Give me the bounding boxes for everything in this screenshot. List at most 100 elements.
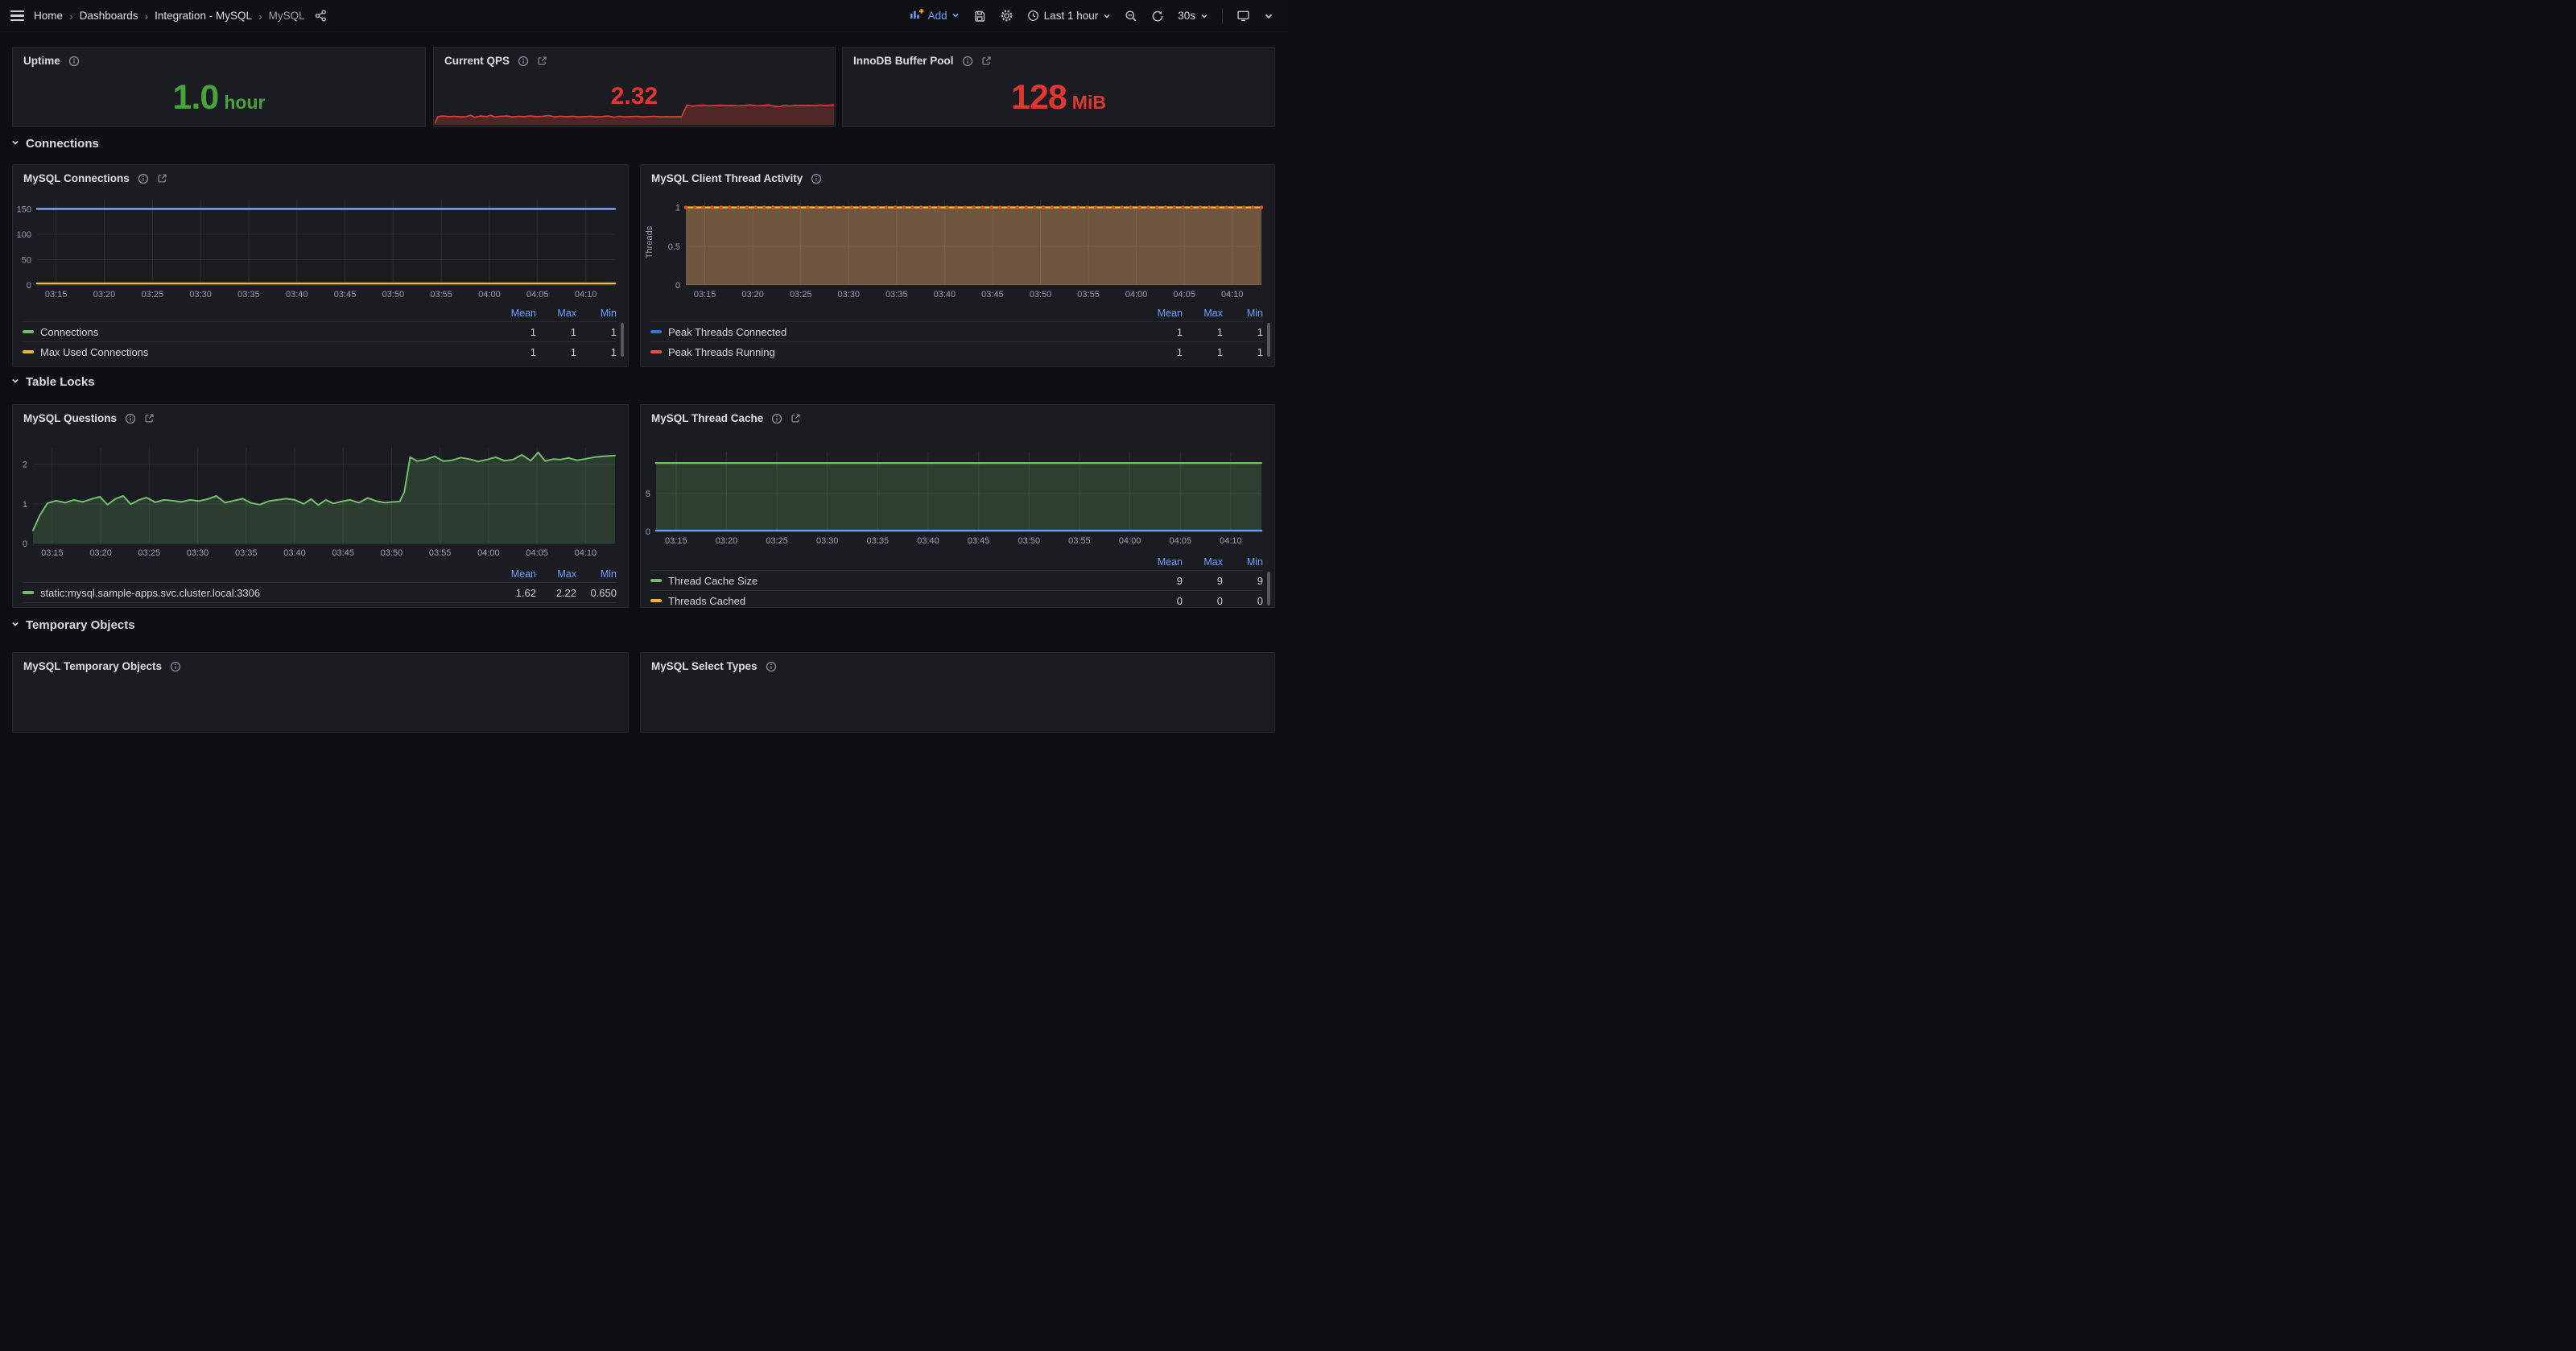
legend-stat-header[interactable]: Min — [576, 308, 617, 319]
legend-scrollbar[interactable] — [1267, 572, 1270, 605]
refresh-icon[interactable] — [1151, 10, 1164, 23]
breadcrumb-separator: › — [144, 10, 148, 23]
section-temporary-objects[interactable]: Temporary Objects — [10, 618, 135, 632]
series-stat-value: 1 — [1223, 346, 1263, 358]
breadcrumb-item[interactable]: MySQL — [269, 10, 305, 22]
legend-stat-header[interactable]: Min — [1223, 308, 1263, 319]
series-label[interactable]: static:mysql.sample-apps.svc.cluster.loc… — [40, 587, 496, 599]
mysql-client-thread-activity-panel[interactable]: MySQL Client Thread Activity 03:1503:200… — [640, 164, 1275, 367]
tv-mode-icon[interactable] — [1236, 9, 1250, 23]
chevron-down-icon[interactable] — [1264, 11, 1274, 21]
thread-cache-chart[interactable]: 03:1503:2003:2503:3003:3503:4003:4503:50… — [641, 446, 1265, 549]
panel-title[interactable]: InnoDB Buffer Pool — [853, 55, 954, 67]
current-qps-panel[interactable]: Current QPS 2.32 — [433, 47, 836, 127]
legend-stat-header[interactable]: Mean — [496, 568, 536, 580]
info-icon[interactable] — [766, 661, 777, 672]
refresh-interval-picker[interactable]: 30s — [1178, 10, 1208, 22]
uptime-panel[interactable]: Uptime 1.0hour — [12, 47, 426, 127]
menu-icon[interactable] — [10, 10, 24, 21]
breadcrumb-item[interactable]: Home — [34, 10, 63, 22]
legend: MeanMaxMinPeak Threads Connected111Peak … — [650, 305, 1263, 362]
series-label[interactable]: Peak Threads Connected — [668, 326, 1142, 338]
info-icon[interactable] — [68, 56, 80, 67]
innodb-buffer-pool-panel[interactable]: InnoDB Buffer Pool 128MiB — [842, 47, 1275, 127]
panel-title[interactable]: MySQL Temporary Objects — [23, 660, 162, 672]
legend-stat-header[interactable]: Max — [536, 308, 576, 319]
breadcrumb-item[interactable]: Dashboards — [80, 10, 138, 22]
legend-stat-header[interactable]: Max — [1183, 308, 1223, 319]
legend-row[interactable]: static:mysql.sample-apps.svc.cluster.loc… — [23, 582, 617, 603]
external-link-icon[interactable] — [157, 173, 167, 184]
series-color-swatch — [23, 330, 34, 333]
legend: MeanMaxMin static:mysql.sample-apps.svc.c… — [23, 566, 617, 603]
legend-stat-header[interactable]: Max — [536, 568, 576, 580]
legend-stat-header[interactable]: Mean — [1142, 556, 1183, 568]
svg-text:03:45: 03:45 — [968, 536, 990, 546]
legend-row[interactable]: Thread Cache Size999 — [650, 570, 1263, 590]
panel-title[interactable]: Uptime — [23, 55, 60, 67]
breadcrumb-item[interactable]: Integration - MySQL — [155, 10, 252, 22]
refresh-interval-label: 30s — [1178, 10, 1195, 22]
legend-row[interactable]: Max Used Connections111 — [23, 341, 617, 362]
series-label[interactable]: Peak Threads Running — [668, 346, 1142, 358]
section-connections[interactable]: Connections — [10, 137, 99, 151]
svg-text:100: 100 — [17, 230, 31, 240]
info-icon[interactable] — [771, 413, 782, 424]
legend-row[interactable]: Connections111 — [23, 321, 617, 341]
legend-stat-header[interactable]: Min — [576, 568, 617, 580]
mysql-thread-cache-panel[interactable]: MySQL Thread Cache 03:1503:2003:2503:300… — [640, 404, 1275, 608]
series-label[interactable]: Threads Cached — [668, 595, 1142, 607]
questions-chart[interactable]: 03:1503:2003:2503:3003:3503:4003:4503:50… — [13, 442, 618, 561]
mysql-connections-panel[interactable]: MySQL Connections 03:1503:2003:2503:3003… — [12, 164, 629, 367]
svg-text:03:35: 03:35 — [867, 536, 890, 546]
share-icon[interactable] — [315, 10, 327, 22]
dashboard-settings-icon[interactable] — [1000, 9, 1013, 23]
series-label[interactable]: Connections — [40, 326, 496, 338]
series-label[interactable]: Thread Cache Size — [668, 575, 1142, 587]
external-link-icon[interactable] — [144, 413, 155, 423]
info-icon[interactable] — [518, 56, 529, 67]
connections-chart[interactable]: 03:1503:2003:2503:3003:3503:4003:4503:50… — [13, 194, 618, 303]
legend-stat-header[interactable]: Mean — [496, 308, 536, 319]
mysql-select-types-panel[interactable]: MySQL Select Types — [640, 652, 1275, 733]
info-icon[interactable] — [962, 56, 973, 67]
legend-row[interactable]: Threads Cached000 — [650, 590, 1263, 610]
svg-text:0: 0 — [646, 527, 650, 537]
legend-scrollbar[interactable] — [621, 323, 624, 357]
svg-text:03:30: 03:30 — [816, 536, 839, 546]
legend-stat-header[interactable]: Max — [1183, 556, 1223, 568]
zoom-out-icon[interactable] — [1125, 10, 1137, 23]
mysql-questions-panel[interactable]: MySQL Questions 03:1503:2003:2503:3003:3… — [12, 404, 629, 608]
legend-scrollbar[interactable] — [1267, 323, 1270, 357]
panel-title[interactable]: MySQL Thread Cache — [651, 412, 763, 424]
legend-stat-header[interactable]: Min — [1223, 556, 1263, 568]
legend-row[interactable]: Peak Threads Connected111 — [650, 321, 1263, 341]
info-icon[interactable] — [125, 413, 136, 424]
breadcrumb-separator: › — [69, 10, 73, 23]
series-stat-value: 1 — [576, 346, 617, 358]
add-button[interactable]: Add — [910, 8, 960, 23]
svg-text:03:20: 03:20 — [716, 536, 738, 546]
mysql-temporary-objects-panel[interactable]: MySQL Temporary Objects — [12, 652, 629, 733]
external-link-icon[interactable] — [981, 56, 992, 66]
info-icon[interactable] — [811, 173, 822, 184]
external-link-icon[interactable] — [791, 413, 801, 423]
save-dashboard-icon[interactable] — [973, 10, 986, 23]
top-navbar: Home›Dashboards›Integration - MySQL›MySQ… — [0, 0, 1288, 32]
info-icon[interactable] — [138, 173, 149, 184]
external-link-icon[interactable] — [537, 56, 547, 66]
thread-activity-chart[interactable]: 03:1503:2003:2503:3003:3503:4003:4503:50… — [641, 194, 1265, 303]
section-table-locks[interactable]: Table Locks — [10, 375, 95, 389]
series-label[interactable]: Max Used Connections — [40, 346, 496, 358]
panel-title[interactable]: MySQL Connections — [23, 172, 130, 184]
legend-row[interactable]: Peak Threads Running111 — [650, 341, 1263, 362]
legend-stat-header[interactable]: Mean — [1142, 308, 1183, 319]
panel-title[interactable]: Current QPS — [444, 55, 510, 67]
svg-text:50: 50 — [22, 255, 31, 265]
panel-title[interactable]: MySQL Client Thread Activity — [651, 172, 803, 184]
info-icon[interactable] — [170, 661, 181, 672]
panel-title[interactable]: MySQL Questions — [23, 412, 117, 424]
panel-title[interactable]: MySQL Select Types — [651, 660, 758, 672]
time-range-picker[interactable]: Last 1 hour — [1027, 10, 1112, 22]
svg-text:03:35: 03:35 — [886, 290, 908, 300]
